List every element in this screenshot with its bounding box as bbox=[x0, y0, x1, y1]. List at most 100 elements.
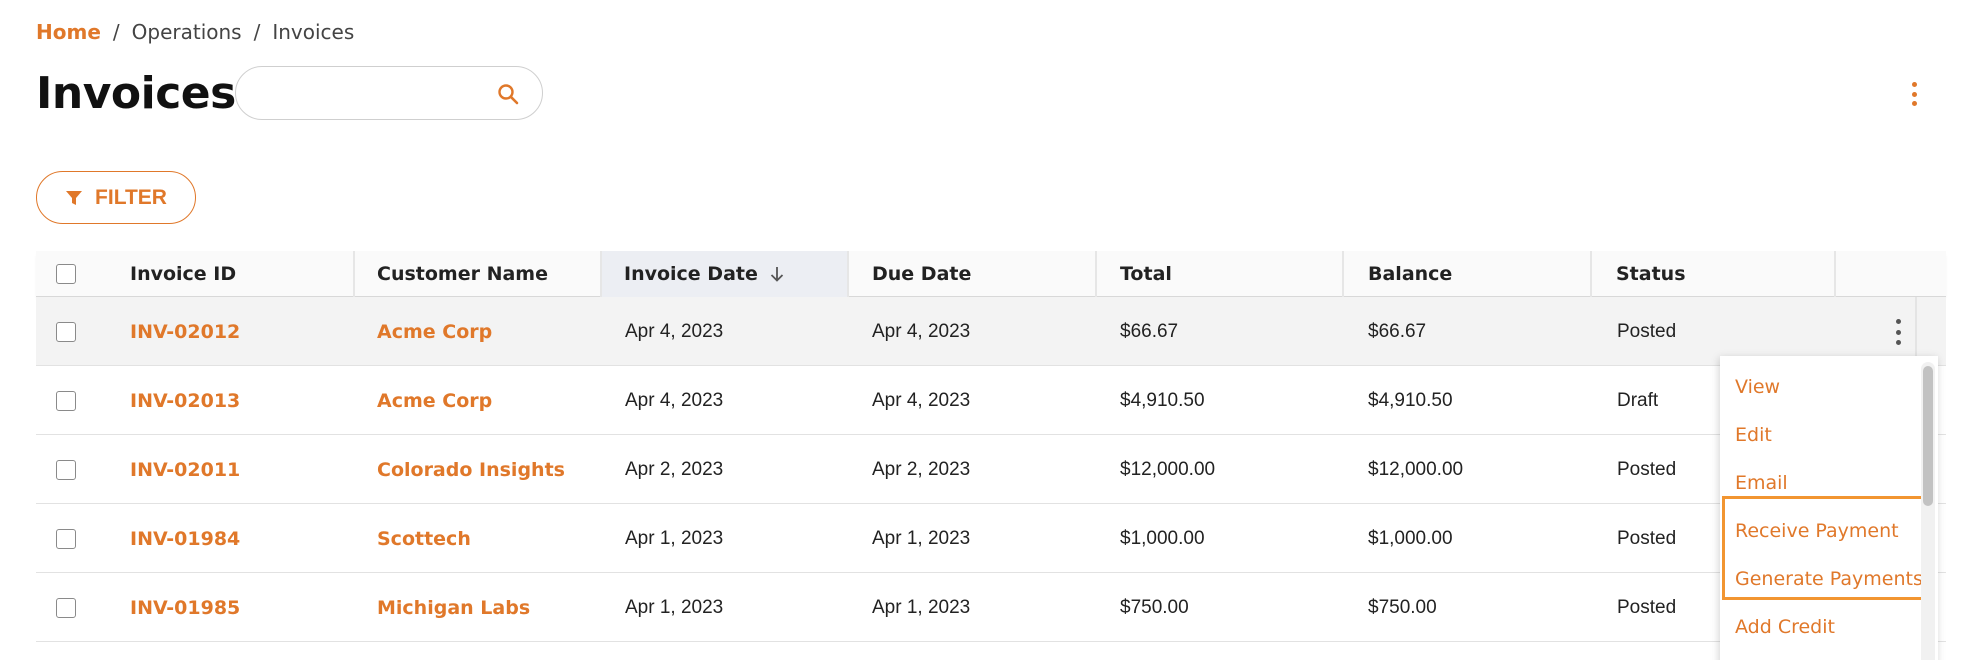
balance-cell: $4,910.50 bbox=[1368, 389, 1453, 411]
table-row[interactable]: INV-01984 Scottech Apr 1, 2023 Apr 1, 20… bbox=[36, 504, 1946, 573]
customer-name-link[interactable]: Acme Corp bbox=[377, 366, 492, 435]
menu-item-add-credit[interactable]: Add Credit bbox=[1735, 616, 1835, 638]
customer-name-link[interactable]: Scottech bbox=[377, 504, 471, 573]
table-row[interactable]: INV-02012 Acme Corp Apr 4, 2023 Apr 4, 2… bbox=[36, 297, 1946, 366]
column-divider[interactable] bbox=[1834, 251, 1836, 297]
invoice-date-cell: Apr 1, 2023 bbox=[625, 596, 724, 618]
breadcrumb: Home / Operations / Invoices bbox=[36, 20, 354, 44]
due-date-cell: Apr 1, 2023 bbox=[872, 527, 971, 549]
menu-scrollbar[interactable] bbox=[1921, 362, 1935, 660]
breadcrumb-item-operations[interactable]: Operations bbox=[132, 20, 242, 44]
column-header-label: Invoice ID bbox=[130, 263, 237, 285]
page-more-menu-button[interactable] bbox=[1900, 78, 1928, 110]
row-select-cell bbox=[56, 435, 76, 504]
column-divider[interactable] bbox=[353, 251, 355, 297]
total-cell: $12,000.00 bbox=[1120, 458, 1216, 480]
arrow-down-icon[interactable] bbox=[768, 265, 786, 283]
balance-cell: $750.00 bbox=[1368, 596, 1437, 618]
customer-name-link[interactable]: Michigan Labs bbox=[377, 573, 530, 642]
table-row[interactable]: INV-02013 Acme Corp Apr 4, 2023 Apr 4, 2… bbox=[36, 366, 1946, 435]
menu-item-edit[interactable]: Edit bbox=[1735, 424, 1772, 446]
row-checkbox[interactable] bbox=[56, 528, 76, 549]
column-divider[interactable] bbox=[1590, 251, 1592, 297]
menu-highlight-box bbox=[1722, 496, 1925, 600]
invoice-id-link[interactable]: INV-02013 bbox=[130, 366, 240, 435]
row-checkbox[interactable] bbox=[56, 321, 76, 342]
row-checkbox[interactable] bbox=[56, 597, 76, 618]
more-vertical-icon-dot bbox=[1895, 329, 1901, 335]
status-cell: Posted bbox=[1617, 458, 1677, 480]
invoice-date-cell: Apr 4, 2023 bbox=[625, 320, 724, 342]
customer-name-link[interactable]: Colorado Insights bbox=[377, 435, 565, 504]
filter-button[interactable]: FILTER bbox=[36, 171, 196, 224]
more-vertical-icon bbox=[1911, 82, 1917, 87]
search-icon[interactable] bbox=[496, 82, 520, 106]
column-header-customer-name[interactable]: Customer Name bbox=[377, 251, 603, 297]
row-select-cell bbox=[56, 297, 76, 366]
column-header-label: Total bbox=[1120, 263, 1172, 285]
column-divider[interactable] bbox=[847, 251, 849, 297]
row-actions-menu: View Edit Email Receive Payment Generate… bbox=[1720, 356, 1938, 660]
total-cell: $1,000.00 bbox=[1120, 527, 1205, 549]
total-cell: $66.67 bbox=[1120, 320, 1179, 342]
more-vertical-icon-dot bbox=[1911, 101, 1917, 106]
due-date-cell: Apr 1, 2023 bbox=[872, 596, 971, 618]
column-header-invoice-date[interactable]: Invoice Date bbox=[602, 251, 847, 297]
breadcrumb-separator: / bbox=[112, 20, 120, 44]
invoice-id-link[interactable]: INV-01985 bbox=[130, 573, 240, 642]
invoice-date-cell: Apr 1, 2023 bbox=[625, 527, 724, 549]
select-all-checkbox[interactable] bbox=[56, 264, 76, 284]
row-select-cell bbox=[56, 366, 76, 435]
status-cell: Posted bbox=[1617, 596, 1677, 618]
invoices-table: Invoice ID Customer Name Invoice Date Du… bbox=[36, 251, 1946, 642]
column-header-balance[interactable]: Balance bbox=[1368, 251, 1588, 297]
column-header-total[interactable]: Total bbox=[1120, 251, 1340, 297]
total-cell: $4,910.50 bbox=[1120, 389, 1205, 411]
row-checkbox[interactable] bbox=[56, 390, 76, 411]
column-header-status[interactable]: Status bbox=[1616, 251, 1826, 297]
row-select-cell bbox=[56, 504, 76, 573]
page-title: Invoices bbox=[36, 68, 236, 119]
row-select-cell bbox=[56, 573, 76, 642]
invoice-date-cell: Apr 2, 2023 bbox=[625, 458, 724, 480]
search-input[interactable] bbox=[256, 81, 476, 107]
status-cell: Draft bbox=[1617, 389, 1659, 411]
due-date-cell: Apr 4, 2023 bbox=[872, 389, 971, 411]
menu-item-view[interactable]: View bbox=[1735, 376, 1780, 398]
column-divider[interactable] bbox=[1095, 251, 1097, 297]
status-cell: Posted bbox=[1617, 527, 1677, 549]
row-actions-button[interactable] bbox=[1888, 319, 1908, 345]
table-row[interactable]: INV-01985 Michigan Labs Apr 1, 2023 Apr … bbox=[36, 573, 1946, 642]
due-date-cell: Apr 2, 2023 bbox=[872, 458, 971, 480]
table-header-row: Invoice ID Customer Name Invoice Date Du… bbox=[36, 251, 1946, 297]
select-all-cell bbox=[56, 251, 96, 297]
filter-icon bbox=[66, 190, 83, 205]
column-header-label: Balance bbox=[1368, 263, 1453, 285]
table-row[interactable]: INV-02011 Colorado Insights Apr 2, 2023 … bbox=[36, 435, 1946, 504]
balance-cell: $66.67 bbox=[1368, 320, 1427, 342]
column-header-label: Status bbox=[1616, 263, 1686, 285]
balance-cell: $12,000.00 bbox=[1368, 458, 1464, 480]
menu-item-email[interactable]: Email bbox=[1735, 472, 1788, 494]
more-vertical-icon bbox=[1895, 319, 1901, 324]
search-box[interactable] bbox=[235, 66, 543, 120]
column-divider[interactable] bbox=[1342, 251, 1344, 297]
breadcrumb-item-invoices: Invoices bbox=[272, 20, 355, 44]
menu-scrollbar-thumb[interactable] bbox=[1923, 366, 1933, 506]
invoice-id-link[interactable]: INV-02011 bbox=[130, 435, 240, 504]
breadcrumb-home-link[interactable]: Home bbox=[36, 20, 101, 44]
invoice-id-link[interactable]: INV-01984 bbox=[130, 504, 240, 573]
invoice-id-link[interactable]: INV-02012 bbox=[130, 297, 240, 366]
due-date-cell: Apr 4, 2023 bbox=[872, 320, 971, 342]
row-checkbox[interactable] bbox=[56, 459, 76, 480]
balance-cell: $1,000.00 bbox=[1368, 527, 1453, 549]
more-vertical-icon-dot bbox=[1911, 91, 1917, 97]
column-header-invoice-id[interactable]: Invoice ID bbox=[130, 251, 380, 297]
column-header-due-date[interactable]: Due Date bbox=[872, 251, 1092, 297]
column-header-label: Invoice Date bbox=[624, 263, 758, 285]
invoice-date-cell: Apr 4, 2023 bbox=[625, 389, 724, 411]
column-header-label: Customer Name bbox=[377, 263, 548, 285]
filter-button-label: FILTER bbox=[95, 185, 167, 209]
status-cell: Posted bbox=[1617, 320, 1677, 342]
customer-name-link[interactable]: Acme Corp bbox=[377, 297, 492, 366]
